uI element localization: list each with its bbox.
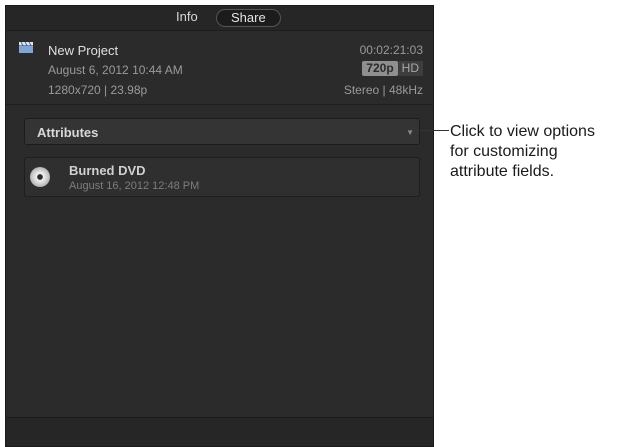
inspector-panel: Info Share New Project August 6, 2012 10… [5,5,434,447]
divider [6,104,433,105]
project-summary: New Project August 6, 2012 10:44 AM 1280… [6,30,433,102]
badge-720p: 720p [362,61,398,76]
tab-share[interactable]: Share [216,9,281,27]
share-item-name: Burned DVD [69,163,146,178]
project-duration: 00:02:21:03 [359,43,423,57]
callout-line [417,130,449,131]
callout-text: Click to view options for customizing at… [450,122,595,182]
callout-line-3: attribute fields. [450,163,555,180]
dvd-icon [30,167,50,187]
share-item-date: August 16, 2012 12:48 PM [69,180,200,192]
resolution-badges: 720p HD [362,61,423,77]
bottom-bar [6,417,433,446]
badge-hd: HD [397,61,423,76]
callout-line-2: for customizing [450,143,558,160]
callout-line-1: Click to view options [450,123,595,140]
share-item-burned-dvd[interactable]: Burned DVD August 16, 2012 12:48 PM [24,157,420,197]
clapper-icon [19,42,33,53]
project-audio: Stereo | 48kHz [343,83,423,97]
project-name: New Project [48,43,119,58]
inspector-tab-bar: Info Share [6,6,433,31]
attributes-header[interactable]: Attributes ▼ [24,118,420,145]
attributes-label: Attributes [37,125,99,140]
tab-info[interactable]: Info [176,9,198,25]
project-date: August 6, 2012 10:44 AM [48,63,183,77]
chevron-down-icon[interactable]: ▼ [406,128,414,137]
project-format: 1280x720 | 23.98p [48,83,148,97]
